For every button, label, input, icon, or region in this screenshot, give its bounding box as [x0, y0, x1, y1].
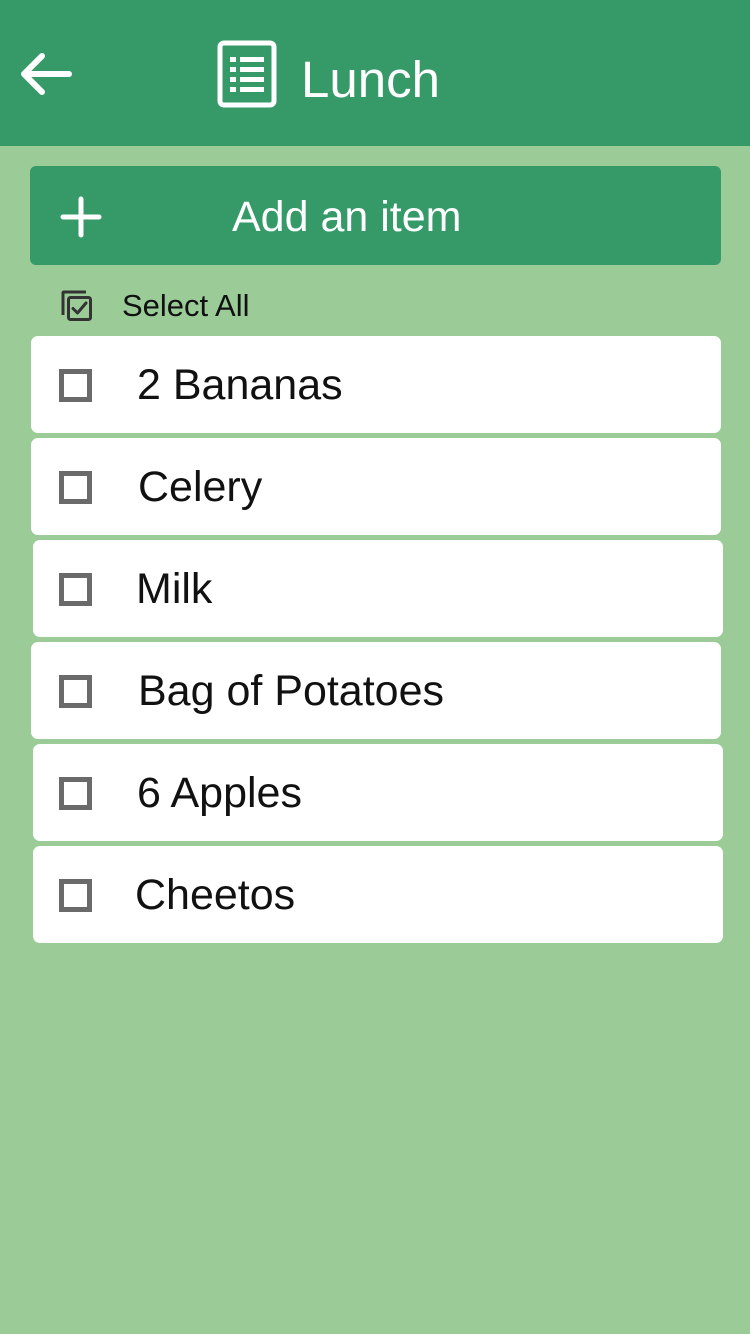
list-item[interactable]: Cheetos [33, 846, 723, 943]
select-all-checkbox-icon [61, 290, 92, 321]
item-label: Milk [136, 565, 213, 613]
back-button[interactable] [12, 46, 76, 102]
item-label: Bag of Potatoes [138, 667, 444, 715]
app-header: Lunch [0, 0, 750, 146]
list-item[interactable]: Milk [33, 540, 723, 637]
add-item-label: Add an item [232, 193, 462, 241]
select-all-label: Select All [122, 288, 250, 323]
item-checkbox[interactable] [59, 369, 92, 402]
list-document-icon [217, 40, 277, 108]
item-checkbox[interactable] [59, 879, 92, 912]
item-label: 6 Apples [137, 769, 302, 817]
item-checkbox[interactable] [59, 777, 92, 810]
page-title: Lunch [301, 51, 440, 108]
arrow-left-icon [21, 53, 72, 95]
item-label: Cheetos [135, 871, 296, 919]
list-item[interactable]: 2 Bananas [31, 336, 721, 433]
item-label: 2 Bananas [137, 361, 343, 409]
list-item[interactable]: Bag of Potatoes [31, 642, 721, 739]
list-item[interactable]: Celery [31, 438, 721, 535]
list-item[interactable]: 6 Apples [33, 744, 723, 841]
plus-icon [60, 196, 102, 238]
select-all-button[interactable]: Select All [60, 286, 250, 326]
item-label: Celery [138, 463, 263, 511]
item-checkbox[interactable] [59, 675, 92, 708]
item-checkbox[interactable] [59, 573, 92, 606]
item-checkbox[interactable] [59, 471, 92, 504]
